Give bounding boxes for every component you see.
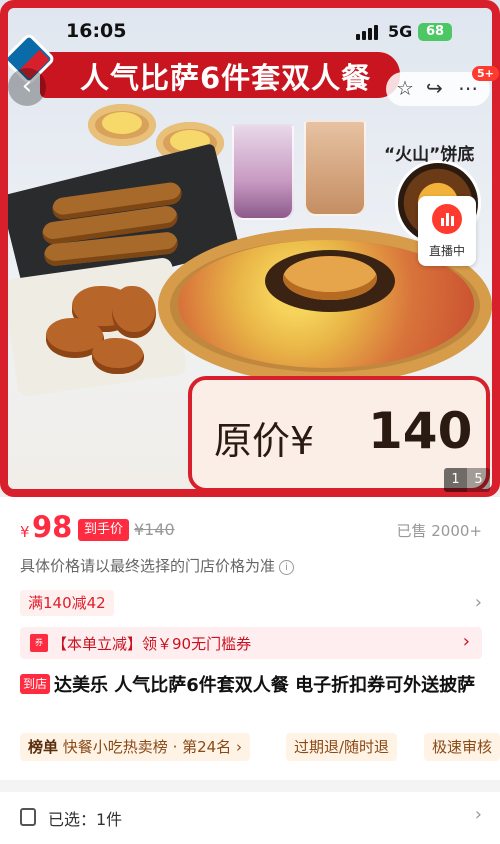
signal-icon [356,24,378,40]
chicken-wing [92,338,144,374]
price-note: 具体价格请以最终选择的门店价格为准 i [20,555,295,576]
volcano-center [265,250,395,312]
promo-chip[interactable]: 满140减42 [20,590,114,616]
ranking-label: 榜单 [28,738,59,756]
chicken-wing [112,286,156,338]
price-symbol: ¥ [20,523,30,541]
original-price-value: 140 [368,402,473,460]
fast-review-tag[interactable]: 极速审核 [424,733,500,761]
ranking-text: 快餐小吃热卖榜 · 第24名 › [62,738,242,756]
pager-current: 1 [444,468,467,492]
battery-icon: 68 [418,23,452,41]
selection-arrow-icon: › [474,804,482,825]
star-icon[interactable]: ☆ [396,76,414,100]
share-icon[interactable]: ↪ [426,76,443,100]
sold-count: 已售 2000+ [396,522,482,540]
tag-row: 榜单 快餐小吃热卖榜 · 第24名 › 过期退/随时退 极速审核 [20,733,500,763]
status-bar: 16:05 5G 68 [0,0,500,42]
original-price-label: 原价¥ [214,419,315,463]
hand-price-tag: 到手价 [78,519,130,541]
hero-title: 人气比萨6件套双人餐 [80,61,372,95]
volcano-label: “火山”饼底 [384,145,475,165]
strike-price: ¥140 [134,520,175,539]
notification-badge: 5+ [472,66,499,81]
store-tag: 到店 [20,674,51,694]
network-label: 5G [388,22,413,41]
coupon-icon: 券 [30,634,48,652]
coupon-banner[interactable]: 券 【本单立减】领￥90无门槛券 › [20,627,482,659]
live-icon [432,204,462,234]
price-note-text: 具体价格请以最终选择的门店价格为准 [20,557,276,575]
live-button[interactable]: 直播中 [418,196,476,266]
selection-icon [20,808,36,826]
image-pager: 1 5 [444,468,490,492]
coupon-text: 【本单立减】领￥90无门槛券 [52,635,252,653]
refund-tag[interactable]: 过期退/随时退 [286,733,398,761]
taro-milk-tea [232,124,294,220]
product-title-text: 达美乐 人气比萨6件套双人餐 电子折扣券可外送披萨 [54,675,476,696]
live-label: 直播中 [428,244,465,258]
promo-arrow-icon[interactable]: › [475,592,482,613]
info-icon[interactable]: i [279,560,295,575]
ranking-tag[interactable]: 榜单 快餐小吃热卖榜 · 第24名 › [20,733,250,761]
selection-row[interactable]: 已选：1件 › [0,792,500,844]
milk-tea [304,120,366,216]
status-time: 16:05 [66,20,127,42]
back-icon[interactable]: ‹ [8,68,46,106]
coupon-arrow-icon: › [462,631,470,652]
egg-tart [88,104,156,146]
pager-total: 5 [467,468,490,492]
selection-text: 已选：1件 [48,810,123,829]
price-value: 98 [32,510,73,544]
product-title: 到店 达美乐 人气比萨6件套双人餐 电子折扣券可外送披萨 [20,672,485,699]
